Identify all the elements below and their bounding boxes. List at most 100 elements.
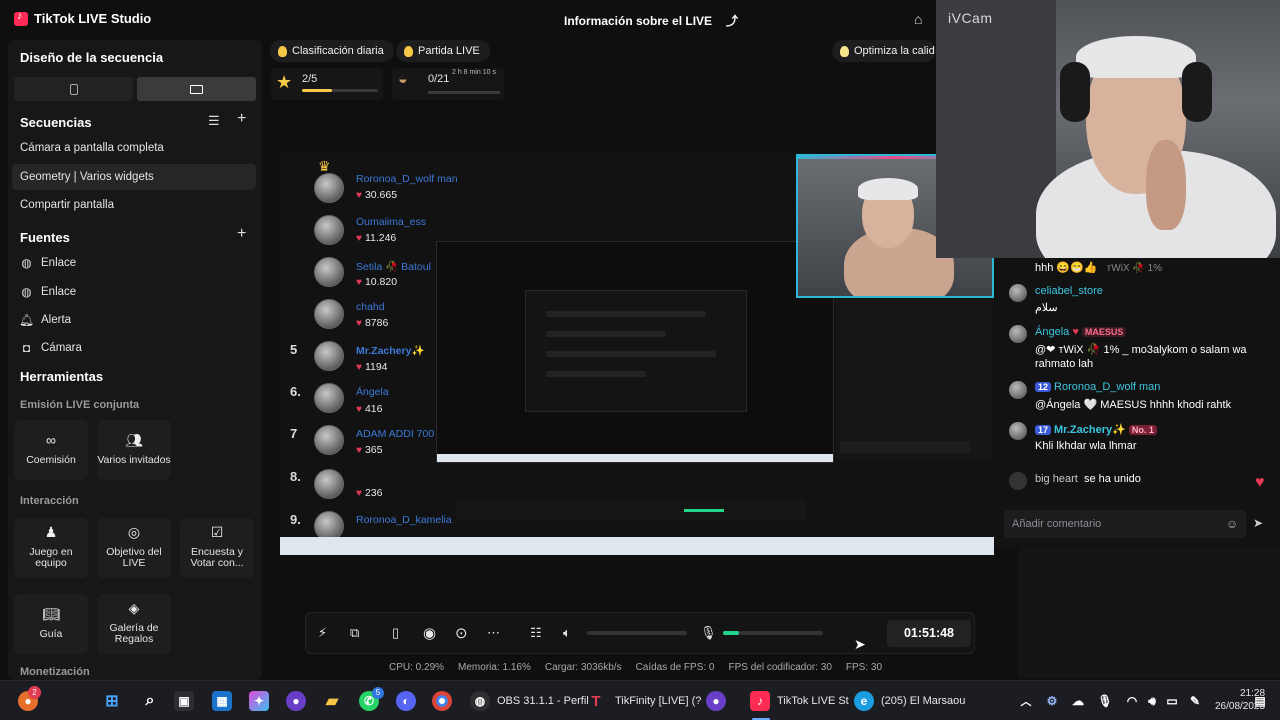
tikfinity-icon[interactable]: T (586, 691, 606, 711)
live-info-label: Información sobre el LIVE (564, 13, 713, 28)
pen-icon[interactable]: ✎ (1185, 691, 1205, 711)
home-icon[interactable]: ⌂ (914, 11, 922, 27)
chrome-icon[interactable] (432, 691, 452, 711)
windows-start-icon[interactable]: ⊞ (102, 691, 122, 711)
magic-wand-icon[interactable]: ⚡︎ (318, 625, 327, 641)
chat-message: @❤ ᴛWiX 🥀 1% _ mo3alykom o salam wa rahm… (1035, 344, 1247, 370)
search-icon[interactable]: ⌕ (140, 691, 160, 711)
multi-guest-button[interactable]: 👥︎ Varios invitados (97, 420, 171, 480)
sequence-item[interactable]: Cámara a pantalla completa (12, 135, 256, 161)
comment-input[interactable]: Añadir comentario (1004, 510, 1246, 538)
add-source-icon[interactable]: + (237, 225, 246, 243)
app-icon[interactable]: ● (706, 691, 726, 711)
store-icon[interactable]: ▦ (212, 691, 232, 711)
edge-icon[interactable]: e (854, 691, 874, 711)
mic-volume-fill (723, 631, 739, 635)
source-item[interactable]: ◘ Cámara (20, 341, 82, 355)
leaderboard-score: ♥ 30.665 (356, 189, 398, 201)
phone-icon[interactable]: ▯ (392, 625, 399, 641)
chat-username[interactable]: celiabel_store (1035, 285, 1103, 297)
clock-time: 21:28 (1240, 688, 1266, 699)
live-match-chip[interactable]: Partida LIVE (396, 40, 490, 62)
source-item[interactable]: ◍ Enlace (20, 285, 76, 299)
more-icon[interactable]: ⋯ (487, 625, 500, 641)
taskbar-app-label[interactable]: TikTok LIVE St (777, 695, 849, 707)
speaker-volume-slider[interactable] (587, 631, 687, 635)
guide-button[interactable]: 📖︎ Guía (14, 594, 88, 654)
tiktok-icon[interactable]: ♪ (750, 691, 770, 711)
chat-username[interactable]: 17 Mr.Zachery✨ No. 1 (1035, 423, 1160, 436)
sequence-item[interactable]: Compartir pantalla (12, 192, 256, 218)
stars-progress-fill (302, 89, 333, 92)
portrait-button[interactable] (14, 77, 133, 101)
chat-username[interactable]: 12 Roronoa_D_wolf man (1035, 381, 1160, 393)
emoji-icon[interactable]: ☺ (1226, 517, 1238, 531)
wifi-icon[interactable]: ◠ (1122, 691, 1142, 711)
stream-preview[interactable]: ♛ Roronoa_D_wolf man ♥ 30.665 Oumaiima_es… (280, 153, 994, 555)
taskbar-app-label[interactable]: OBS 31.1.1 - Perfil (497, 695, 589, 707)
speaker-icon[interactable]: 🔈︎ (563, 625, 571, 641)
system-clock[interactable]: 21:28 26/08/2025 (1215, 687, 1265, 713)
gift-box-icon: ◒ (398, 71, 408, 88)
taskbar-app-label[interactable]: (205) El Marsaou (881, 695, 965, 707)
source-item[interactable]: ◍ Enlace (20, 255, 76, 270)
chat-panel: hhh 😄😁👍 ᴛWiX 🥀 1% celiabel_store سلام Án… (995, 258, 1280, 548)
heart-icon: ♥ (356, 404, 362, 415)
leaderboard-rank: 9. (290, 512, 301, 527)
cohost-button[interactable]: ∞ Coemisión (14, 420, 88, 480)
preview-chat (836, 299, 992, 459)
settings-sliders-icon[interactable]: ☷ (530, 625, 542, 641)
chevron-up-icon[interactable]: ︿ (1016, 691, 1036, 711)
live-info-button[interactable]: Información sobre el LIVE ⤴ (564, 12, 738, 29)
preview-chat-input (840, 441, 970, 453)
nested-preview (436, 241, 834, 463)
battery-icon[interactable]: ▭ (1162, 691, 1182, 711)
live-goal-button[interactable]: ◎ Objetivo del LIVE (97, 518, 171, 578)
sequence-item[interactable]: Geometry | Varios widgets (12, 164, 256, 190)
sources-heading: Fuentes (20, 230, 70, 245)
bell-icon: 🔔︎ (18, 312, 35, 327)
tray-icon[interactable]: ☁ (1068, 691, 1088, 711)
copilot-icon[interactable]: ✦ (249, 691, 269, 711)
daily-ranking-chip[interactable]: Clasificación diaria (270, 40, 394, 62)
discord-icon[interactable]: ◐ (396, 691, 416, 711)
heart-icon: ♥ (1255, 474, 1265, 491)
speaker-icon[interactable]: 🔊︎ (1142, 691, 1162, 711)
replay-icon[interactable]: ⊙ (455, 624, 468, 642)
task-view-icon[interactable]: ▣ (174, 691, 194, 711)
add-sequence-icon[interactable]: + (237, 110, 246, 128)
poll-button[interactable]: ☑ Encuesta y Votar con... (180, 518, 254, 578)
chat-message: @Ángela 🤍 MAESUS hhhh khodi rahtk (1035, 399, 1232, 411)
send-icon[interactable]: ➤ (1253, 516, 1263, 530)
optimize-chip[interactable]: Optimiza la calid (832, 40, 936, 62)
leaderboard-name: Setila 🥀 Batoul (356, 261, 431, 273)
tray-icon[interactable]: ⚙ (1042, 691, 1062, 711)
screen-switch-icon[interactable]: ⧉ (350, 625, 359, 641)
mic-volume-slider[interactable] (723, 631, 823, 635)
heart-icon: ♥ (356, 233, 362, 244)
chat-username[interactable]: Ángela ♥ MAESUS (1035, 326, 1129, 338)
obs-icon[interactable]: ◍ (470, 691, 490, 711)
folder-icon[interactable]: ▰ (322, 691, 342, 711)
wave-icon (1009, 472, 1027, 490)
chat-message: سلام (1035, 302, 1058, 314)
globe-icon: ◍ (21, 255, 32, 270)
ghost-row (546, 331, 666, 337)
landscape-button[interactable] (137, 77, 256, 101)
list-icon[interactable]: ☰ (208, 113, 220, 129)
microphone-icon[interactable]: 🎙︎ (1095, 691, 1115, 711)
leaderboard-avatar (314, 383, 344, 413)
person-hand (1146, 140, 1186, 230)
bulb-icon (840, 45, 849, 57)
team-game-button[interactable]: ♟ Juego en equipo (14, 518, 88, 578)
headphones-left (1060, 62, 1090, 122)
share-icon[interactable]: ⤴ (726, 12, 738, 29)
gifts-value: 0/21 (428, 73, 450, 85)
record-icon[interactable]: ◉ (423, 624, 436, 642)
app-icon[interactable]: ● (286, 691, 306, 711)
leaderboard-rank: 6. (290, 384, 301, 399)
microphone-icon[interactable]: 🎙︎ (700, 625, 717, 641)
gift-gallery-button[interactable]: ◈ Galería de Regalos (97, 594, 171, 654)
taskbar-app-label[interactable]: TikFinity [LIVE] (? (615, 695, 701, 707)
source-item[interactable]: 🔔︎ Alerta (18, 312, 71, 327)
